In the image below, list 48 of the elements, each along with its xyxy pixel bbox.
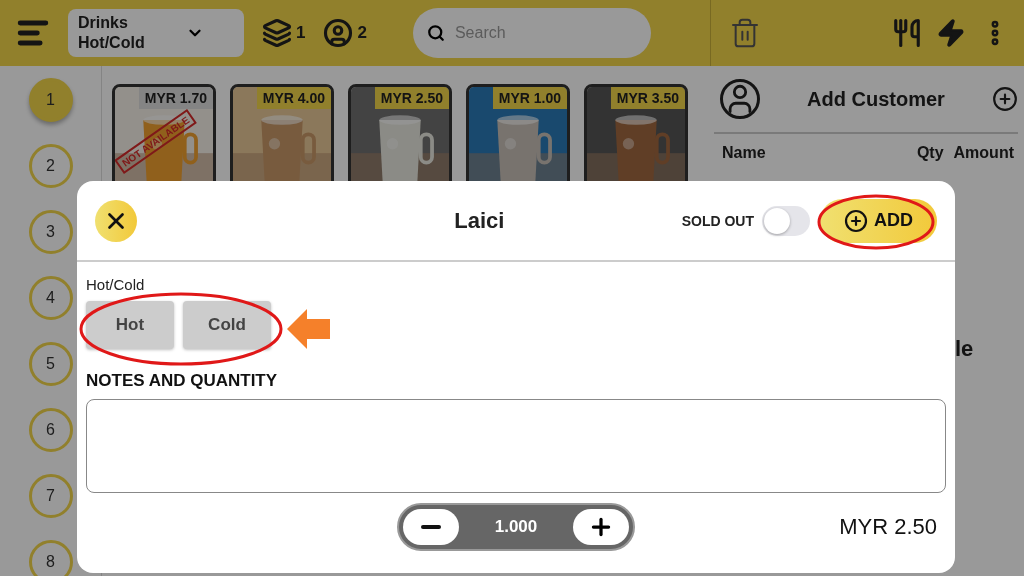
panel-text: le: [955, 336, 975, 362]
option-button[interactable]: Hot: [86, 301, 174, 349]
search-field[interactable]: Search: [412, 8, 651, 58]
add-icon[interactable]: [992, 86, 1018, 112]
quantity-value: 1.000: [494, 517, 538, 537]
table-button[interactable]: 1: [28, 78, 73, 122]
plus-button[interactable]: [573, 509, 629, 545]
search-input[interactable]: Search: [452, 23, 623, 43]
trash-icon[interactable]: [729, 17, 761, 49]
column-header: Name: [722, 144, 767, 162]
sold-out-label: SOLD OUT: [681, 212, 754, 229]
table-button[interactable]: 6: [28, 408, 73, 452]
guests-count: 2: [357, 23, 367, 43]
layers-count: 1: [296, 23, 306, 43]
price-tag: MYR 3.50: [610, 87, 685, 109]
item-price: MYR 2.50: [839, 514, 938, 540]
minus-button[interactable]: [403, 509, 459, 545]
price-tag: MYR 4.00: [256, 87, 331, 109]
avatar-icon[interactable]: [720, 79, 760, 119]
notes-field[interactable]: [86, 399, 946, 493]
sold-out-toggle[interactable]: [762, 205, 810, 236]
table-button[interactable]: 8: [28, 540, 73, 576]
search-icon: [426, 24, 445, 42]
lightning-icon[interactable]: [936, 18, 966, 48]
price-tag: MYR 2.50: [374, 87, 449, 109]
option-button[interactable]: Cold: [183, 301, 271, 349]
add-button[interactable]: ADD: [820, 198, 937, 243]
minus-icon: [421, 525, 441, 529]
layers-icon[interactable]: [262, 18, 292, 48]
table-button[interactable]: 4: [28, 276, 73, 320]
column-header: Qty: [915, 144, 944, 162]
table-button[interactable]: 5: [28, 342, 73, 386]
price-tag: MYR 1.70: [138, 87, 213, 109]
notes-label: NOTES AND QUANTITY: [86, 371, 278, 391]
category-dropdown[interactable]: Drinks Hot/Cold: [68, 9, 244, 57]
panel-title: Add Customer: [807, 87, 945, 111]
table-button[interactable]: 3: [28, 210, 73, 254]
option-label: Hot/Cold: [86, 276, 146, 293]
arrow-icon: [287, 309, 330, 349]
table-button[interactable]: 2: [28, 144, 73, 188]
table-button[interactable]: 7: [28, 474, 73, 518]
column-header: Amount: [953, 144, 1014, 162]
close-button[interactable]: [95, 199, 137, 242]
plus-circle-icon: [844, 208, 868, 233]
price-tag: MYR 1.00: [492, 87, 567, 109]
person-icon[interactable]: [323, 18, 354, 48]
utensils-icon[interactable]: [892, 18, 922, 48]
dialog-title: Laici: [453, 207, 506, 234]
